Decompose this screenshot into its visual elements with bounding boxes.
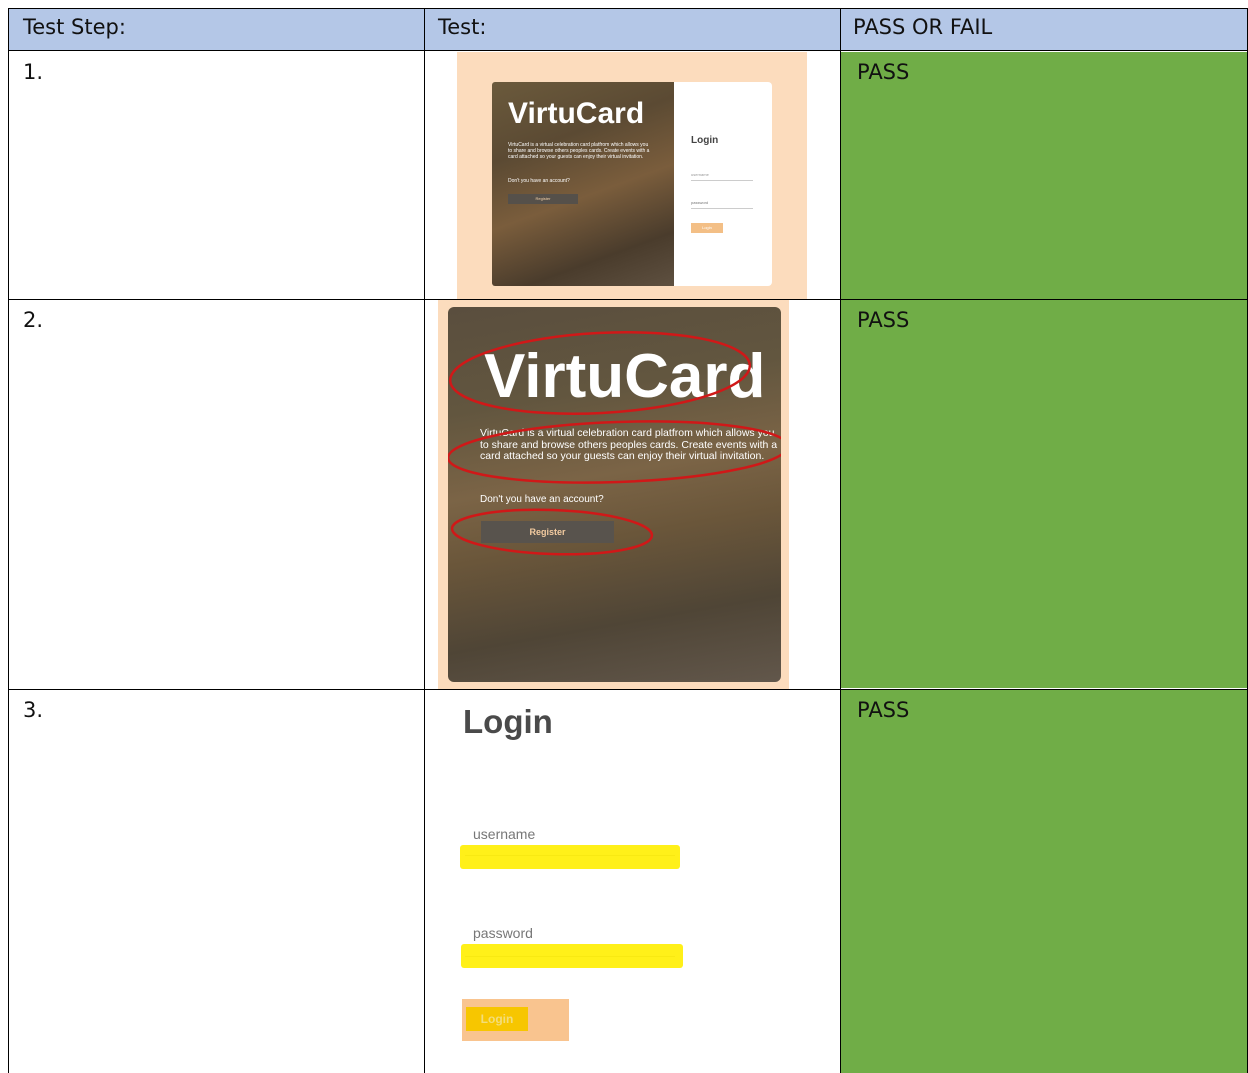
result-cell-3: [841, 690, 1248, 1073]
step-3: 3.: [23, 698, 44, 722]
header-row: [8, 8, 1248, 50]
test-results-table: Test Step: Test: PASS OR FAIL 1. PASS 2.…: [8, 8, 1248, 1073]
grid-line: [8, 299, 1248, 300]
header-test: Test:: [438, 15, 487, 39]
grid-line: [840, 8, 841, 1073]
password-highlight: [461, 944, 683, 968]
title-circle: [448, 331, 752, 415]
grid-line: [8, 50, 1248, 51]
screenshot-annotated-hero: VirtuCard VirtuCard is a virtual celebra…: [438, 300, 789, 689]
hero-photo: VirtuCard VirtuCard is a virtual celebra…: [492, 82, 674, 286]
result-2: PASS: [857, 308, 910, 332]
grid-line: [8, 8, 9, 1073]
grid-line: [424, 8, 425, 1073]
hero-title: VirtuCard: [508, 97, 645, 130]
password-field[interactable]: password: [691, 200, 753, 209]
login-title-large: Login: [463, 703, 553, 740]
grid-line: [8, 8, 1248, 9]
login-button-large[interactable]: Login: [466, 1007, 528, 1031]
login-title: Login: [691, 135, 719, 146]
login-button[interactable]: Login: [691, 223, 723, 233]
grid-line: [8, 689, 1248, 690]
hero-description: VirtuCard is a virtual celebration card …: [508, 142, 650, 160]
login-button-wrap: Login: [462, 999, 569, 1041]
register-button[interactable]: Register: [508, 194, 578, 204]
password-label: password: [473, 925, 533, 941]
screenshot-login-form: Login username password Login: [457, 693, 807, 1073]
description-circle: [448, 420, 781, 484]
username-field[interactable]: username: [691, 172, 753, 181]
register-circle: [450, 508, 654, 556]
red-annotation-circles: [448, 331, 781, 556]
hero-photo-large: VirtuCard VirtuCard is a virtual celebra…: [448, 307, 781, 682]
result-cell-2: [841, 300, 1248, 688]
header-pass-or-fail: PASS OR FAIL: [853, 15, 993, 39]
screenshot-login-page: VirtuCard VirtuCard is a virtual celebra…: [457, 52, 807, 299]
result-3: PASS: [857, 698, 910, 722]
result-cell-1: [841, 52, 1248, 299]
step-1: 1.: [23, 60, 44, 84]
step-2: 2.: [23, 308, 44, 332]
result-1: PASS: [857, 60, 910, 84]
account-question: Don't you have an account?: [508, 178, 570, 184]
login-card: Login username password Login: [674, 82, 772, 286]
username-label: username: [473, 826, 536, 842]
username-highlight: [460, 845, 680, 869]
header-test-step: Test Step:: [23, 15, 126, 39]
